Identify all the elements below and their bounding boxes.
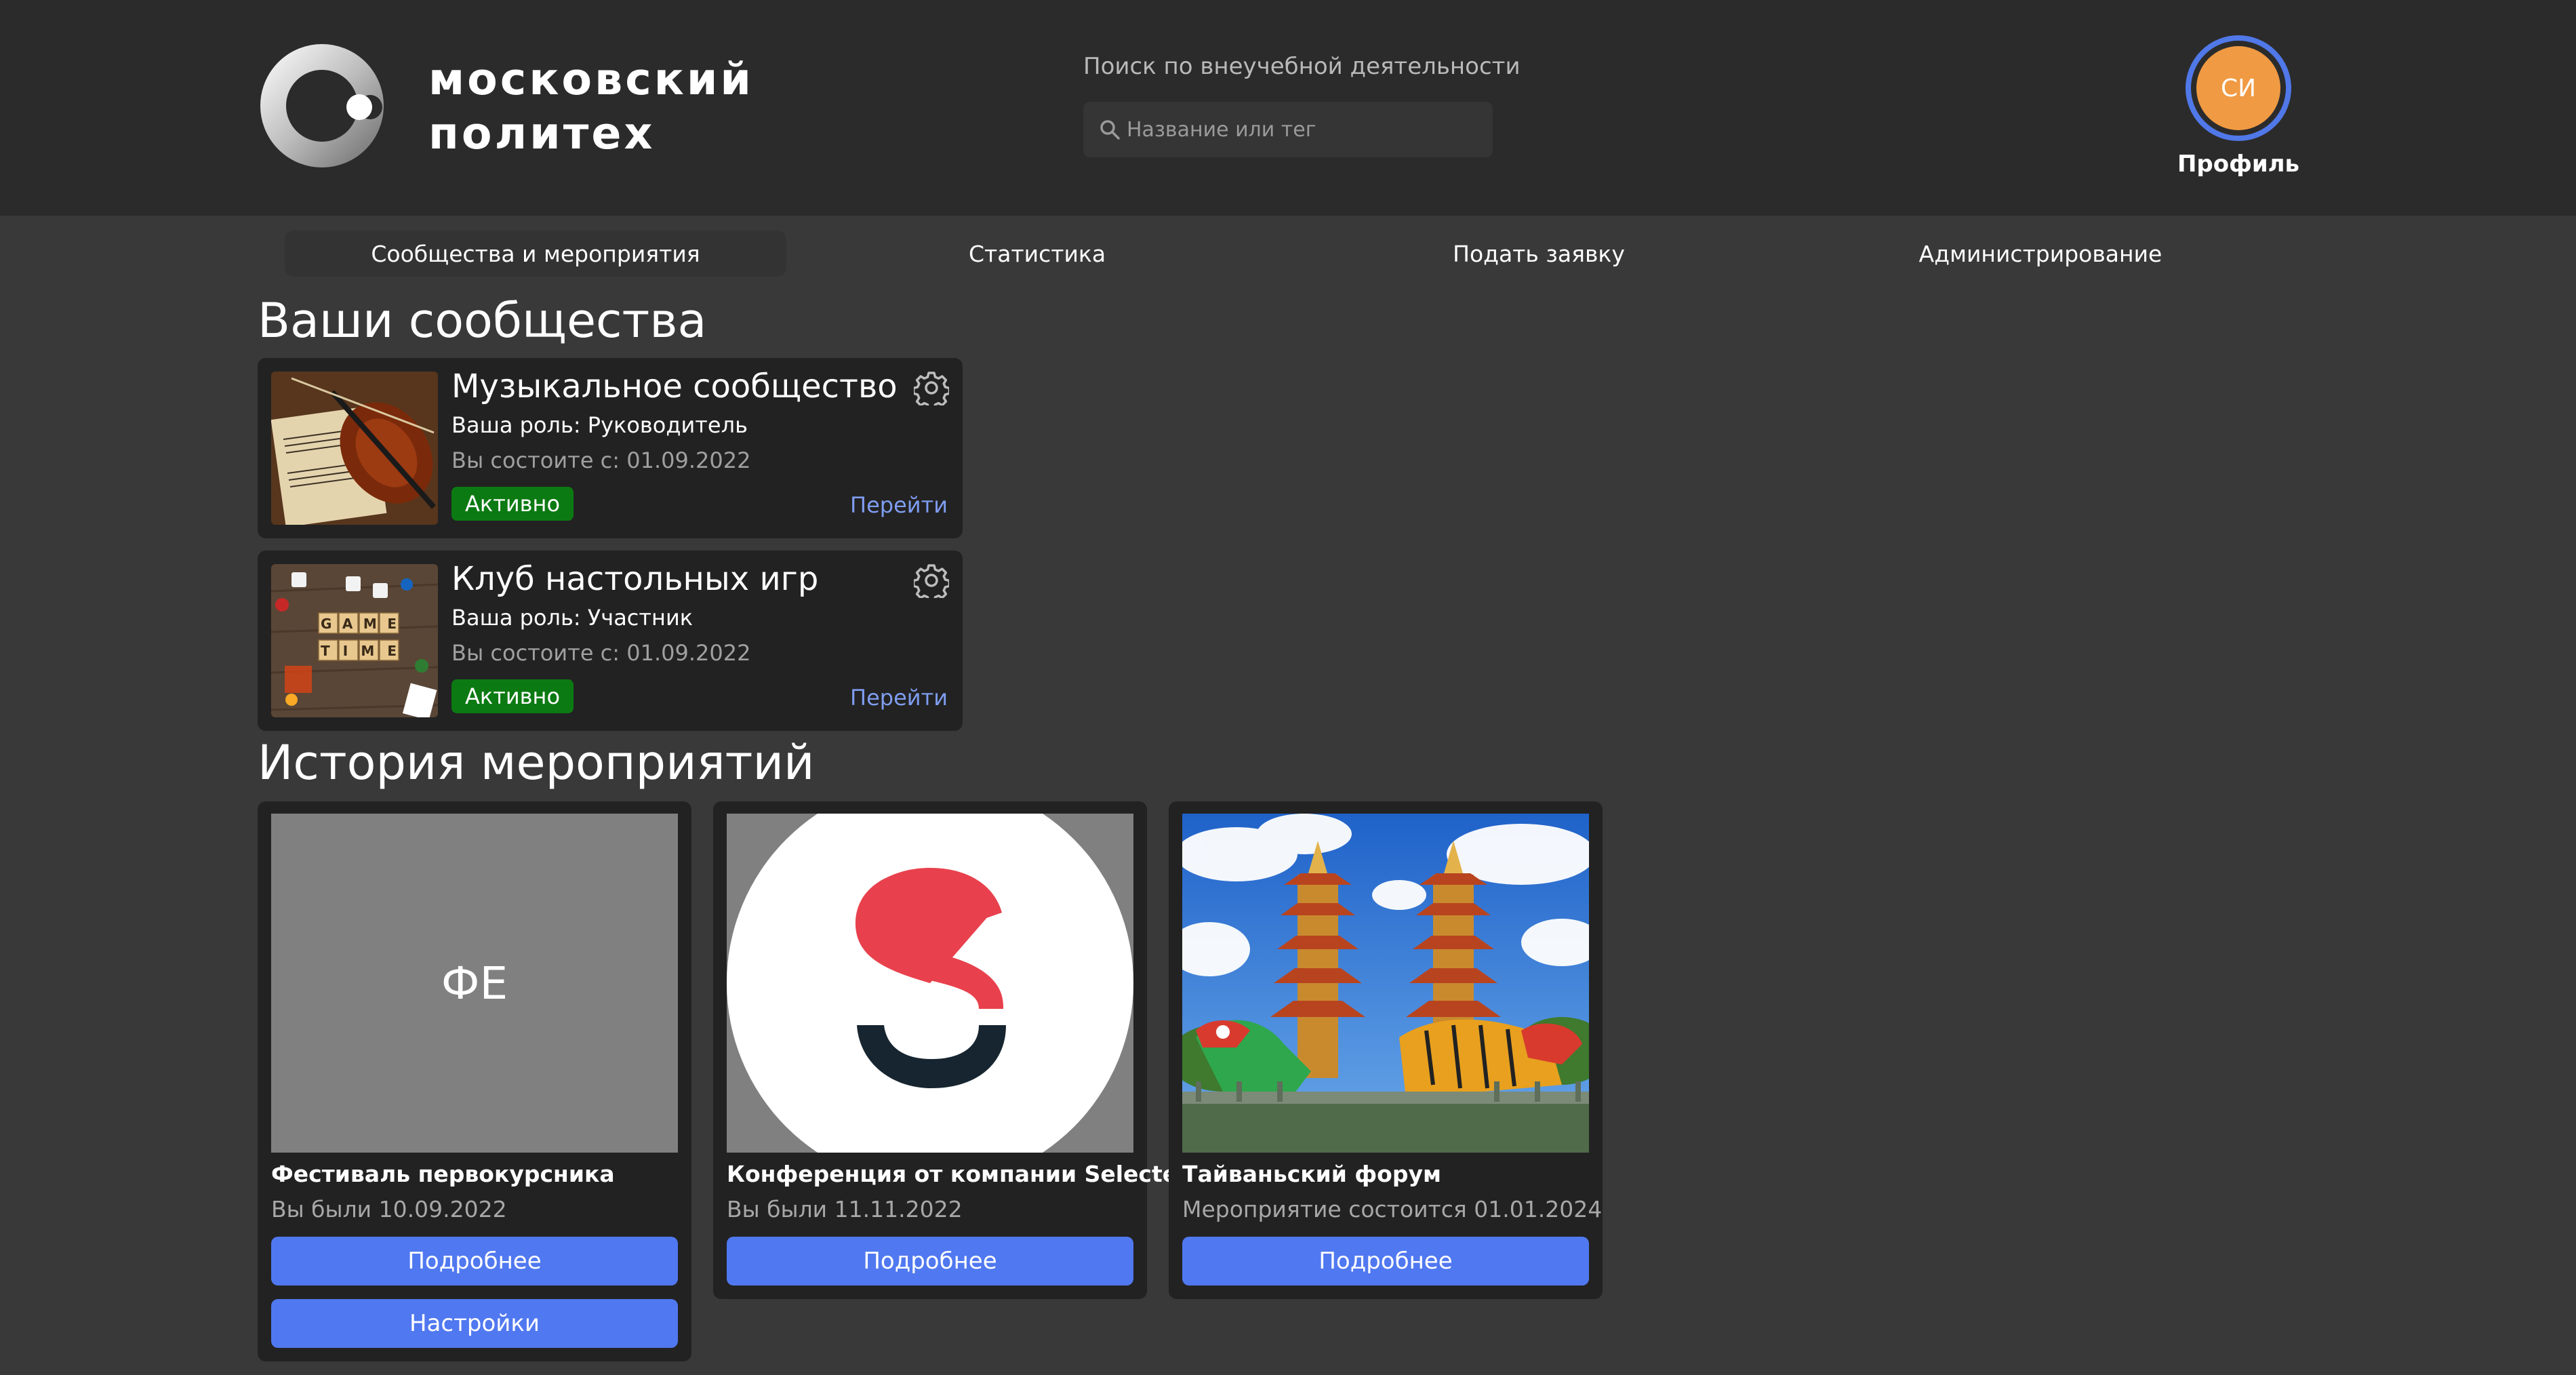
events-title: История мероприятий	[258, 735, 815, 791]
tab-statistics[interactable]: Статистика	[786, 231, 1288, 277]
communities-title: Ваши сообщества	[258, 293, 707, 348]
gear-icon[interactable]	[914, 370, 949, 405]
event-card: ФЕ Фестиваль первокурсника Вы были 10.09…	[258, 801, 691, 1361]
community-role: Ваша роль: Участник	[451, 605, 693, 631]
search-icon	[1100, 120, 1120, 140]
community-member-since: Вы состоите с: 01.09.2022	[451, 640, 751, 666]
tab-communities-events[interactable]: Сообщества и мероприятия	[285, 231, 786, 277]
logo-line-2: политех	[428, 108, 656, 159]
event-card: Конференция от компании Selectel Вы были…	[713, 801, 1185, 1299]
event-details-button[interactable]: Подробнее	[1182, 1237, 1589, 1286]
event-date: Вы были 10.09.2022	[271, 1196, 507, 1222]
event-title: Конференция от компании Selectel	[727, 1161, 1186, 1187]
event-cover-placeholder: ФЕ	[271, 814, 678, 1153]
profile-avatar[interactable]: СИ	[2186, 35, 2291, 141]
tab-submit-application[interactable]: Подать заявку	[1288, 231, 1790, 277]
polytech-logo[interactable]	[256, 42, 388, 170]
search-label: Поиск по внеучебной деятельности	[1083, 53, 1521, 80]
logo-text: московский политех	[428, 53, 754, 161]
event-cover-selectel	[727, 814, 1133, 1153]
event-initials: ФЕ	[441, 957, 508, 1010]
event-cover-pagodas	[1182, 814, 1589, 1153]
event-title: Тайваньский форум	[1182, 1161, 1441, 1187]
logo-line-1: московский	[428, 54, 754, 105]
status-badge: Активно	[451, 487, 574, 521]
go-to-community-link[interactable]: Перейти	[850, 685, 948, 711]
status-badge: Активно	[451, 679, 574, 713]
event-details-button[interactable]: Подробнее	[727, 1237, 1133, 1286]
event-settings-button[interactable]: Настройки	[271, 1299, 678, 1348]
community-image-music	[271, 372, 438, 525]
profile-label[interactable]: Профиль	[2169, 151, 2308, 178]
event-date: Вы были 11.11.2022	[727, 1196, 963, 1222]
community-role: Ваша роль: Руководитель	[451, 412, 748, 438]
gear-icon[interactable]	[914, 563, 949, 598]
go-to-community-link[interactable]: Перейти	[850, 492, 948, 518]
community-name: Клуб настольных игр	[451, 560, 819, 598]
community-image-board-games: GAME TIME	[271, 564, 438, 717]
search-box[interactable]	[1083, 102, 1493, 157]
community-card: GAME TIME Клуб настольных игр Ваша роль:…	[258, 551, 963, 731]
community-member-since: Вы состоите с: 01.09.2022	[451, 447, 751, 473]
avatar-initials: СИ	[2196, 46, 2280, 130]
event-title: Фестиваль первокурсника	[271, 1161, 615, 1187]
community-card: Музыкальное сообщество Ваша роль: Руково…	[258, 358, 963, 538]
event-details-button[interactable]: Подробнее	[271, 1237, 678, 1286]
header: московский политех Поиск по внеучебной д…	[0, 0, 2576, 216]
event-card: Тайваньский форум Мероприятие состоится …	[1169, 801, 1603, 1299]
community-name: Музыкальное сообщество	[451, 367, 898, 405]
search-input[interactable]	[1127, 102, 1479, 157]
event-date: Мероприятие состоится 01.01.2024	[1182, 1196, 1603, 1222]
tab-administration[interactable]: Администрирование	[1790, 231, 2291, 277]
